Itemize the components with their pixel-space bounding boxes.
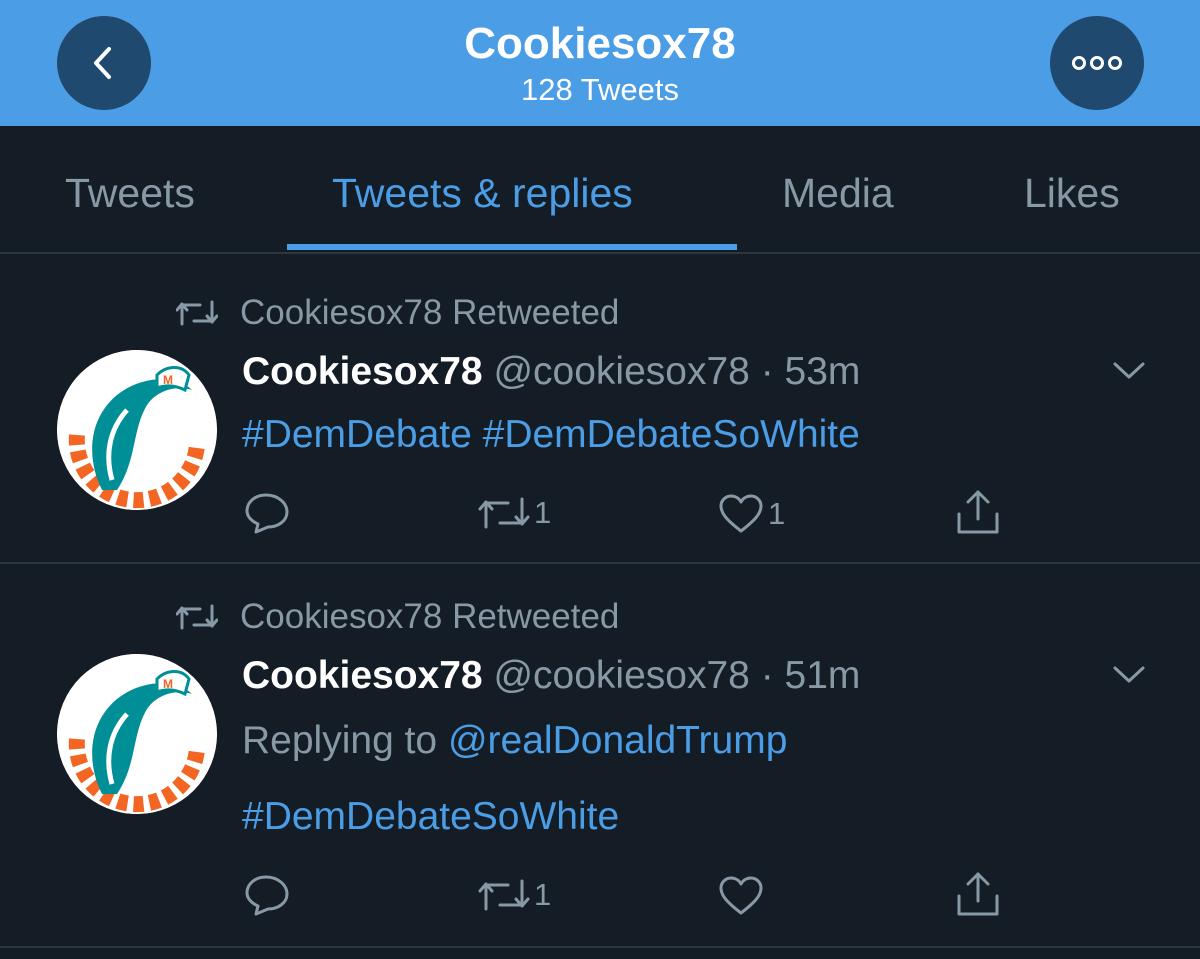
retweet-icon (176, 300, 218, 326)
like-count: 1 (768, 496, 786, 531)
separator-dot: · (760, 350, 774, 393)
reply-button[interactable] (244, 492, 290, 534)
tab-likes[interactable]: Likes (1024, 168, 1120, 218)
tweet-header: Cookiesox78 @cookiesox78 · 51m (242, 653, 860, 699)
share-icon (957, 872, 999, 916)
tab-tweets-and-replies[interactable]: Tweets & replies (332, 168, 633, 218)
author-name[interactable]: Cookiesox78 (242, 350, 483, 393)
more-button[interactable] (1050, 16, 1144, 110)
active-tab-indicator (287, 244, 737, 250)
reply-button[interactable] (244, 874, 290, 916)
tweet-time: 53m (784, 350, 861, 393)
tweet-time: 51m (784, 654, 861, 697)
chevron-down-icon (1113, 666, 1145, 683)
like-button[interactable] (718, 876, 764, 916)
tab-tweets[interactable]: Tweets (65, 168, 195, 218)
hashtag-link[interactable]: #DemDebateSoWhite (483, 413, 860, 456)
retweeted-label: Cookiesox78 Retweeted (240, 597, 620, 636)
profile-header: Cookiesox78 128 Tweets (0, 0, 1200, 126)
dolphin-logo-icon: M (57, 350, 217, 510)
hashtag-link[interactable]: #DemDebateSoWhite (242, 795, 619, 838)
replying-to-label: Replying to (242, 719, 438, 762)
tweet-item[interactable]: Cookiesox78 Retweeted M Cookiesox78 @coo… (0, 566, 1200, 948)
retweet-button[interactable]: 1 (478, 494, 551, 532)
author-handle[interactable]: @cookiesox78 (493, 350, 749, 393)
share-button[interactable] (955, 489, 1001, 535)
dolphin-logo-icon: M (57, 654, 217, 814)
retweet-count: 1 (534, 495, 552, 530)
tweet-text: #DemDebateSoWhite (242, 794, 619, 840)
separator-dot: · (760, 654, 774, 697)
avatar[interactable]: M (57, 350, 217, 510)
more-dots-icon (1072, 56, 1122, 70)
tweet-text: #DemDebate #DemDebateSoWhite (242, 412, 860, 458)
heart-icon (719, 494, 763, 533)
tweet-menu-button[interactable] (1112, 360, 1146, 387)
chevron-down-icon (1113, 362, 1145, 379)
retweet-icon (478, 879, 530, 911)
tweet-item[interactable]: Cookiesox78 Retweeted M Cookiesox78 @coo… (0, 256, 1200, 564)
svg-text:M: M (163, 373, 173, 387)
tweet-header: Cookiesox78 @cookiesox78 · 53m (242, 349, 860, 395)
share-icon (957, 490, 999, 534)
retweet-icon (478, 497, 530, 529)
reply-icon (245, 493, 289, 534)
retweeted-label: Cookiesox78 Retweeted (240, 293, 620, 332)
retweet-button[interactable]: 1 (478, 876, 551, 914)
profile-tabs: Tweets Tweets & replies Media Likes (0, 126, 1200, 254)
avatar[interactable]: M (57, 654, 217, 814)
hashtag-link[interactable]: #DemDebate (242, 413, 472, 456)
author-name[interactable]: Cookiesox78 (242, 654, 483, 697)
replying-to-line: Replying to @realDonaldTrump (242, 718, 787, 764)
profile-name-title: Cookiesox78 (464, 19, 736, 68)
retweeted-by-line: Cookiesox78 Retweeted (176, 597, 619, 637)
tweet-menu-button[interactable] (1112, 664, 1146, 691)
reply-icon (245, 875, 289, 916)
replying-to-link[interactable]: @realDonaldTrump (448, 719, 787, 762)
retweet-icon (176, 604, 218, 630)
heart-icon (719, 876, 763, 915)
tab-media[interactable]: Media (782, 168, 894, 218)
retweet-count: 1 (534, 877, 552, 912)
author-handle[interactable]: @cookiesox78 (493, 654, 749, 697)
like-button[interactable]: 1 (718, 494, 785, 534)
tweet-count: 128 Tweets (521, 72, 679, 107)
retweeted-by-line: Cookiesox78 Retweeted (176, 293, 619, 333)
svg-text:M: M (163, 677, 173, 691)
share-button[interactable] (955, 871, 1001, 917)
